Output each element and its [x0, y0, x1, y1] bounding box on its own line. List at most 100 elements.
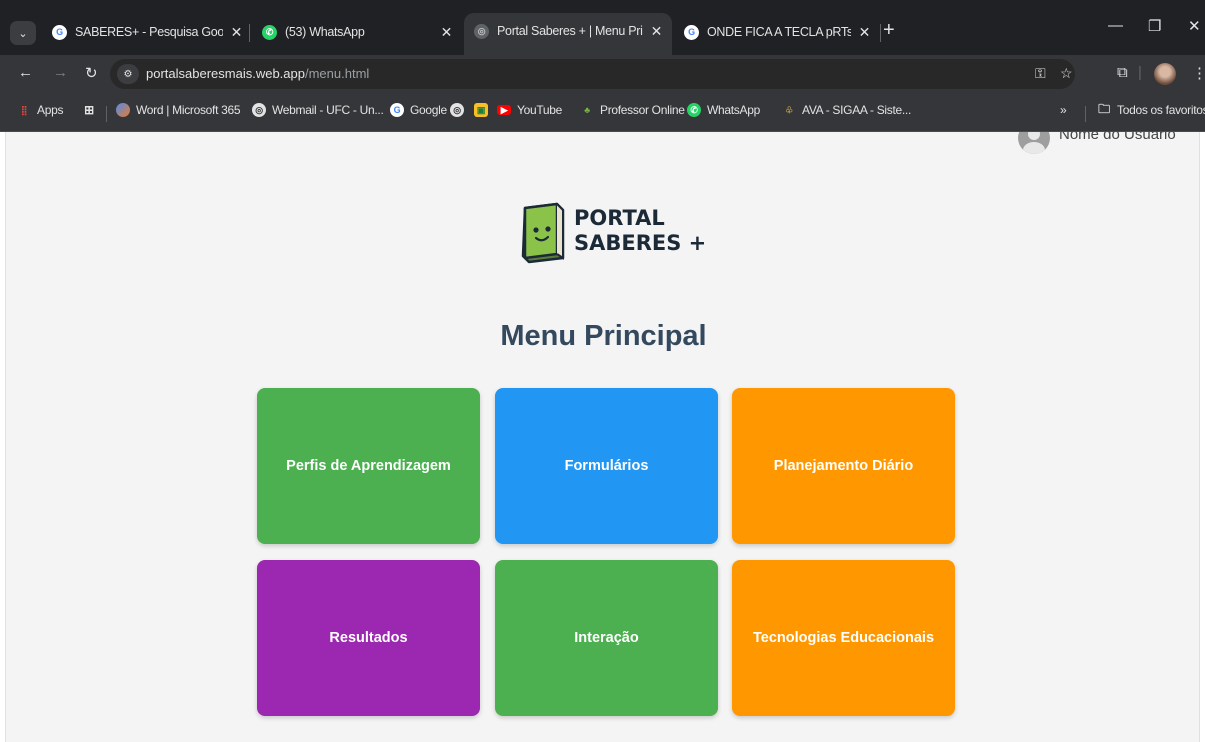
bookmark-label: Todos os favoritos	[1117, 103, 1205, 117]
microsoft-365-icon	[116, 103, 130, 117]
card-formularios[interactable]: Formulários	[495, 388, 718, 544]
card-label: Formulários	[564, 458, 649, 474]
bookmark-label: Google	[410, 103, 447, 117]
close-tab-icon[interactable]: ✕	[859, 24, 871, 41]
toolbar-divider: |	[1138, 64, 1142, 81]
close-window-icon[interactable]: ✕	[1188, 17, 1201, 35]
bookmark-google[interactable]: G Google	[390, 103, 447, 117]
card-label: Perfis de Aprendizagem	[286, 458, 451, 474]
bookmark-grid[interactable]: ⊞	[82, 103, 102, 117]
tab-title: ONDE FICA A TECLA pRTsCN - I	[707, 25, 851, 39]
tab-divider	[249, 24, 250, 42]
user-avatar-icon	[1018, 132, 1050, 154]
card-interacao[interactable]: Interação	[495, 560, 718, 716]
url-path: /menu.html	[304, 66, 370, 81]
tab-divider	[880, 24, 881, 42]
bookmark-label: Apps	[37, 103, 64, 117]
page-viewport: Nome do Usuário PORTAL SABERES + Menu Pr…	[5, 132, 1200, 742]
close-tab-icon[interactable]: ✕	[651, 23, 663, 40]
tab-strip: ⌄ G SABERES+ - Pesquisa Google ✕ ✆ (53) …	[0, 0, 1205, 55]
more-bookmarks-button[interactable]: »	[1060, 103, 1067, 117]
tab-title: Portal Saberes + | Menu Princip	[497, 24, 643, 38]
site-settings-icon[interactable]: ⚙	[117, 64, 139, 84]
tab-onde-fica-tecla[interactable]: G ONDE FICA A TECLA pRTsCN - I ✕	[674, 15, 880, 49]
globe-icon: ◎	[252, 103, 266, 117]
bookmark-divider	[1085, 106, 1086, 122]
close-tab-icon[interactable]: ✕	[231, 24, 243, 41]
whatsapp-icon: ✆	[687, 103, 701, 117]
forward-icon[interactable]: →	[53, 64, 68, 81]
bookmark-youtube[interactable]: ▶ YouTube	[497, 103, 562, 117]
user-profile[interactable]: Nome do Usuário	[1018, 132, 1176, 154]
logo-text: PORTAL SABERES +	[574, 206, 706, 256]
url-text[interactable]: portalsaberesmais.web.app/menu.html	[146, 66, 369, 81]
logo-line-portal: PORTAL	[574, 206, 665, 230]
tab-title: SABERES+ - Pesquisa Google	[75, 25, 223, 39]
card-label: Planejamento Diário	[773, 458, 914, 474]
card-tecnologias-educacionais[interactable]: Tecnologias Educacionais	[732, 560, 955, 716]
bookmark-professor-online[interactable]: ♣ Professor Online	[580, 103, 685, 117]
address-bar[interactable]: ⚙ portalsaberesmais.web.app/menu.html ⚿ …	[110, 59, 1075, 89]
url-domain: portalsaberesmais.web.app	[146, 66, 305, 81]
tab-title: (53) WhatsApp	[285, 25, 365, 39]
browser-menu-icon[interactable]: ⋮	[1192, 64, 1205, 82]
browser-toolbar: ← → ↻ ⚙ portalsaberesmais.web.app/menu.h…	[0, 55, 1205, 93]
password-key-icon[interactable]: ⚿	[1035, 65, 1046, 82]
back-icon[interactable]: ←	[18, 64, 33, 81]
portal-saberes-logo: PORTAL SABERES +	[517, 202, 717, 272]
tab-portal-saberes[interactable]: ◎ Portal Saberes + | Menu Princip ✕	[464, 13, 672, 55]
bookmark-globe[interactable]: ◎	[450, 103, 470, 117]
profile-avatar[interactable]	[1154, 63, 1176, 85]
bookmark-word-365[interactable]: Word | Microsoft 365	[116, 103, 241, 117]
google-icon: G	[390, 103, 404, 117]
logo-line-saberes: SABERES +	[574, 231, 707, 255]
google-icon: G	[684, 24, 699, 40]
bookmark-ava-sigaa[interactable]: ♧ AVA - SIGAA - Siste...	[782, 103, 911, 117]
page-title: Menu Principal	[500, 320, 707, 352]
bookmark-whatsapp[interactable]: ✆ WhatsApp	[687, 103, 760, 117]
bookmark-divider	[106, 106, 107, 122]
professor-icon: ♣	[584, 105, 590, 115]
whatsapp-icon: ✆	[262, 24, 277, 40]
card-resultados[interactable]: Resultados	[257, 560, 480, 716]
card-planejamento-diario[interactable]: Planejamento Diário	[732, 388, 955, 544]
bookmark-label: WhatsApp	[707, 103, 760, 117]
more-bookmarks-label: »	[1060, 103, 1067, 117]
card-label: Interação	[574, 630, 639, 646]
bookmark-label: YouTube	[517, 103, 563, 117]
new-tab-button[interactable]: +	[883, 19, 895, 42]
bookmark-apps[interactable]: ⣿ Apps	[17, 103, 64, 117]
minimize-icon[interactable]: —	[1108, 17, 1123, 34]
all-bookmarks-folder[interactable]: 🗀 Todos os favoritos	[1097, 101, 1205, 118]
tab-search-button[interactable]: ⌄	[10, 21, 36, 45]
bookmark-webmail-ufc[interactable]: ◎ Webmail - UFC - Un...	[252, 103, 384, 117]
tab-whatsapp[interactable]: ✆ (53) WhatsApp ✕	[252, 15, 462, 49]
bookmark-label: Webmail - UFC - Un...	[272, 103, 384, 117]
bookmark-label: AVA - SIGAA - Siste...	[802, 103, 911, 117]
globe-icon: ◎	[450, 103, 464, 117]
book-mascot-icon	[521, 202, 565, 264]
bookmark-star-icon[interactable]: ☆	[1060, 65, 1073, 82]
card-label: Resultados	[329, 630, 408, 646]
folder-icon: 🗀	[1098, 101, 1110, 116]
bookmark-label: Professor Online	[600, 103, 685, 117]
reload-icon[interactable]: ↻	[85, 64, 98, 82]
apps-grid-icon: ⣿	[20, 104, 28, 115]
card-label: Tecnologias Educacionais	[752, 630, 935, 646]
tab-google-search[interactable]: G SABERES+ - Pesquisa Google ✕	[42, 15, 252, 49]
restore-icon[interactable]: ❐	[1148, 17, 1161, 35]
youtube-icon: ▶	[497, 105, 511, 115]
globe-icon: ◎	[474, 23, 489, 39]
user-name: Nome do Usuário	[1059, 132, 1176, 143]
card-perfis-aprendizagem[interactable]: Perfis de Aprendizagem	[257, 388, 480, 544]
sigaa-icon: ♧	[785, 104, 793, 115]
close-tab-icon[interactable]: ✕	[441, 24, 453, 41]
photo-icon: ▣	[474, 103, 488, 117]
google-icon: G	[52, 24, 67, 40]
chevron-down-icon: ⌄	[18, 27, 28, 40]
bookmark-photo[interactable]: ▣	[474, 103, 494, 117]
bookmarks-bar: ⣿ Apps ⊞ Word | Microsoft 365 ◎ Webmail …	[0, 93, 1205, 132]
extensions-icon[interactable]: ⧉	[1117, 64, 1128, 81]
bookmark-label: Word | Microsoft 365	[136, 103, 241, 117]
grid-icon: ⊞	[84, 103, 94, 117]
